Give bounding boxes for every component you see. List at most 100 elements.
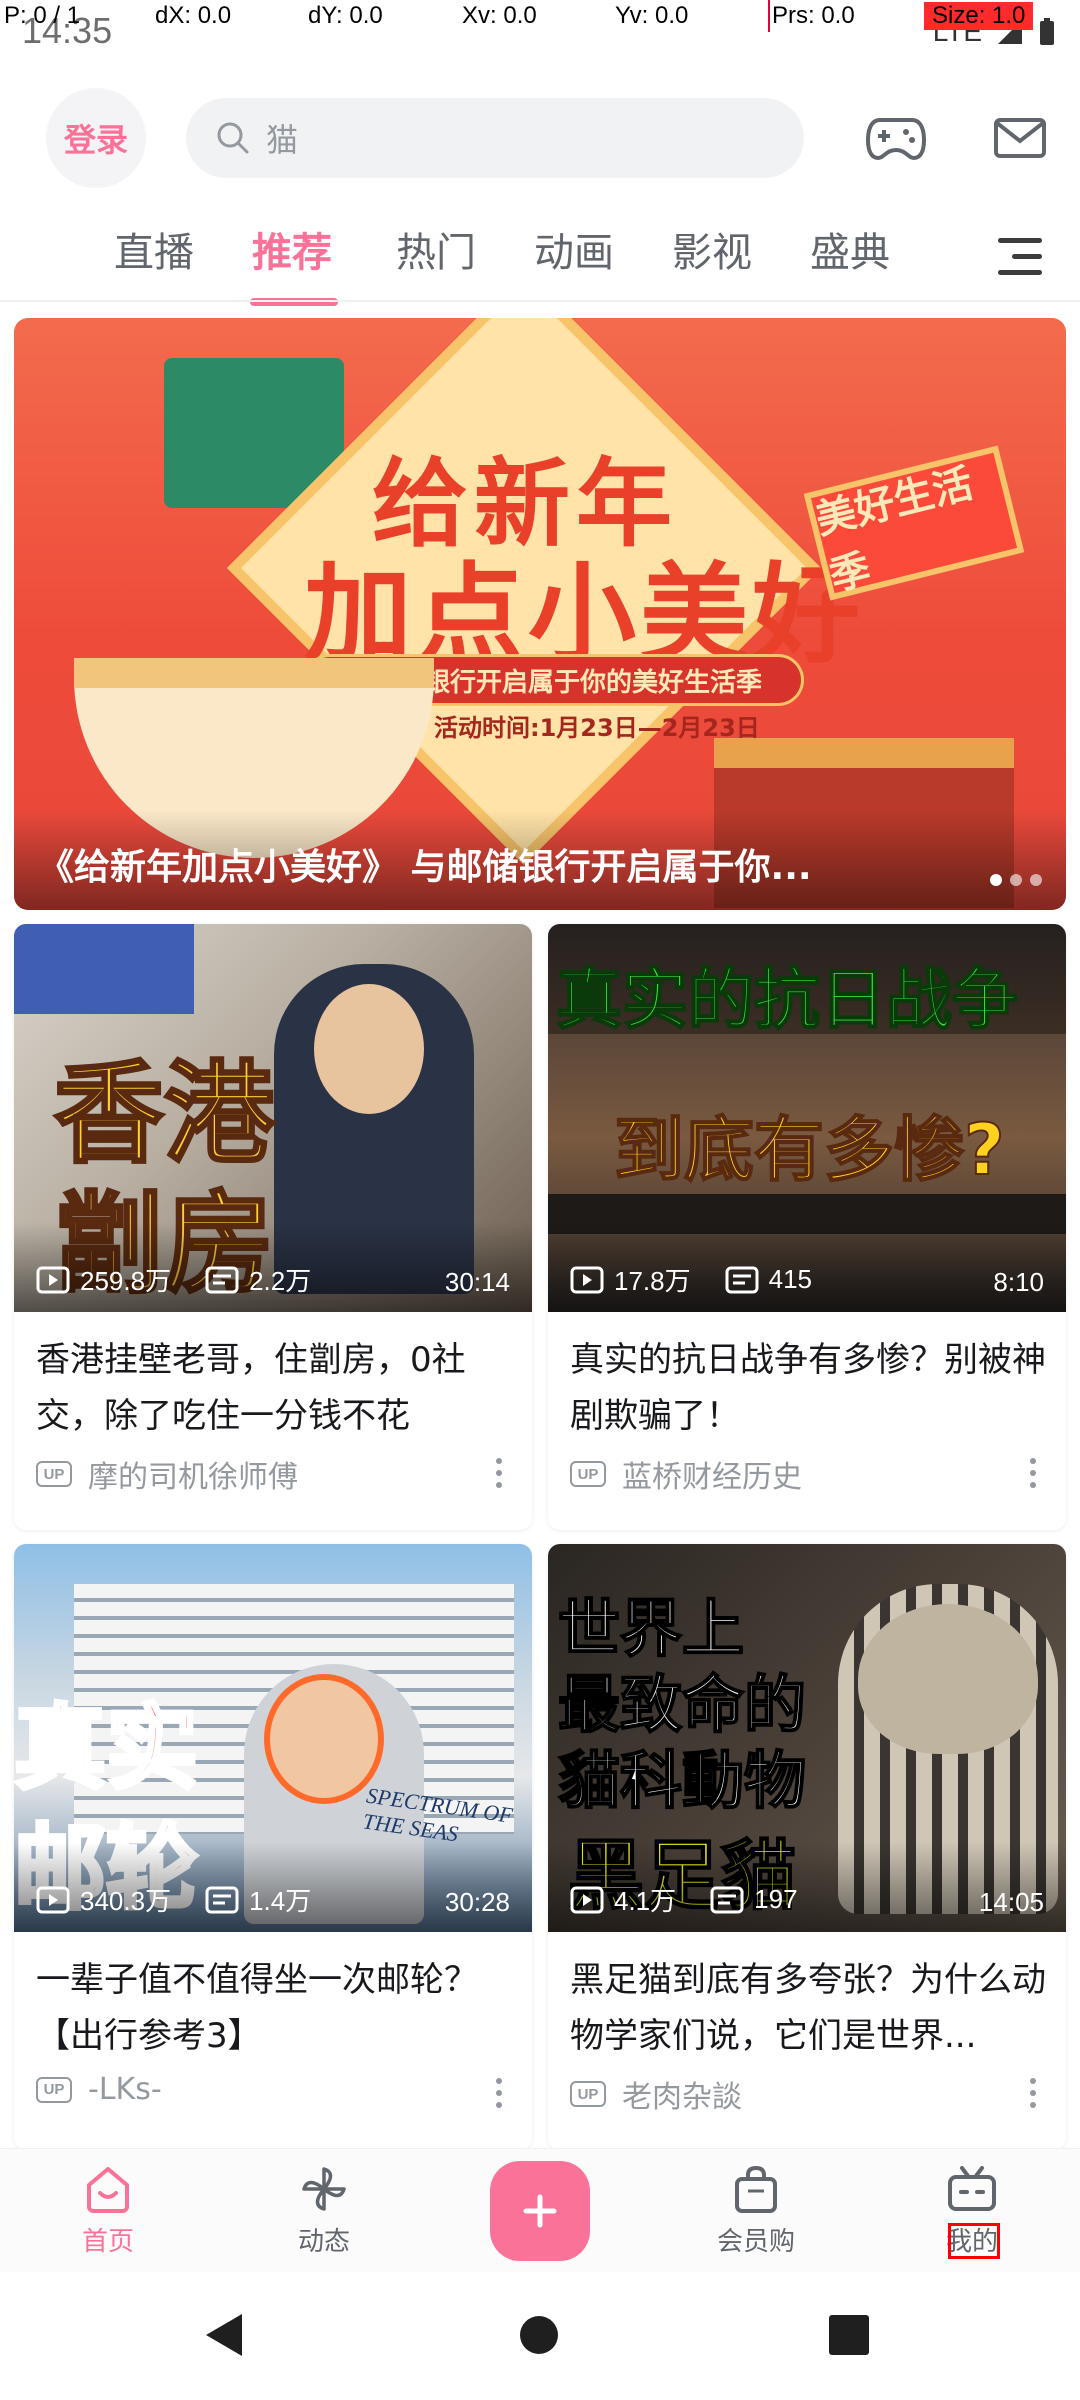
video-duration: 8:10 xyxy=(993,1267,1044,1297)
danmaku-count-value: 197 xyxy=(754,1884,798,1914)
video-thumbnail: 真实的抗日战争 到底有多惨? 17.8万 415 8:10 xyxy=(548,924,1066,1312)
view-count-value: 4.1万 xyxy=(614,1886,677,1916)
video-card[interactable]: 香港 劏房 259.8万 2.2万 30:14 香港挂壁老哥，住劏房，0社交，除… xyxy=(14,924,532,1530)
video-card[interactable]: 真实的抗日战争 到底有多惨? 17.8万 415 8:10 真实的抗日战争有多惨… xyxy=(548,924,1066,1530)
channel-tabs: 直播 推荐 热门 动画 影视 盛典 xyxy=(0,220,1080,306)
more-options-icon[interactable] xyxy=(1030,1458,1038,1488)
video-stats: 340.3万 1.4万 xyxy=(36,1881,510,1918)
video-duration: 14:05 xyxy=(978,1887,1044,1917)
play-count-icon xyxy=(36,1266,70,1293)
danmaku-count: 415 xyxy=(725,1264,812,1295)
tab-hot[interactable]: 热门 xyxy=(396,220,476,278)
publish-button[interactable] xyxy=(490,2161,590,2261)
search-bar[interactable]: 猫 xyxy=(186,98,804,178)
pinwheel-icon xyxy=(302,2167,346,2211)
up-badge: UP xyxy=(36,2076,72,2103)
nav-dynamic[interactable]: 动态 xyxy=(264,2165,384,2258)
video-stats: 4.1万 197 xyxy=(570,1881,1044,1918)
video-author[interactable]: UP 蓝桥财经历史 xyxy=(570,1452,802,1496)
tab-recommend[interactable]: 推荐 xyxy=(252,220,332,278)
more-options-icon[interactable] xyxy=(1030,2078,1038,2108)
video-duration: 30:28 xyxy=(444,1887,510,1917)
video-author[interactable]: UP 摩的司机徐师傅 xyxy=(36,1452,298,1496)
plus-icon xyxy=(523,2194,557,2228)
home-icon xyxy=(87,2167,129,2213)
debug-pointer-count: P: 0 / 1 xyxy=(4,2,81,29)
debug-xv: Xv: 0.0 xyxy=(462,2,537,29)
danmaku-count-value: 2.2万 xyxy=(249,1266,312,1296)
danmaku-icon xyxy=(725,1266,759,1293)
danmaku-count: 2.2万 xyxy=(205,1261,311,1298)
debug-divider xyxy=(768,0,770,32)
tab-live[interactable]: 直播 xyxy=(114,220,194,278)
banner-sign: 美好生活季 xyxy=(803,445,1025,601)
more-options-icon[interactable] xyxy=(496,1458,504,1488)
nav-shop[interactable]: 会员购 xyxy=(696,2165,816,2258)
video-card[interactable]: 世界上 最致命的 貓科動物 黑足貓 4.1万 197 14:05 黑足猫到底有多… xyxy=(548,1544,1066,2150)
play-count-icon xyxy=(570,1266,604,1293)
system-navigation-bar xyxy=(0,2272,1080,2400)
top-header: 登录 猫 xyxy=(0,84,1080,194)
thumb-caption-1: 真实的抗日战争 xyxy=(555,960,1019,1039)
view-count: 17.8万 xyxy=(570,1261,691,1298)
debug-dy: dY: 0.0 xyxy=(308,2,383,29)
nav-dynamic-label: 动态 xyxy=(297,2227,350,2257)
view-count: 340.3万 xyxy=(36,1881,171,1918)
debug-yv: Yv: 0.0 xyxy=(615,2,689,29)
home-circle-icon[interactable] xyxy=(518,2314,560,2356)
thumb-caption-1: 真实 xyxy=(14,1693,200,1804)
debug-dx: dX: 0.0 xyxy=(155,2,232,29)
pointer-debug-overlay: P: 0 / 1 dX: 0.0 dY: 0.0 Xv: 0.0 Yv: 0.0… xyxy=(0,0,1080,34)
danmaku-icon xyxy=(205,1266,239,1293)
shopping-bag-icon xyxy=(735,2165,777,2213)
banner-pagination xyxy=(990,874,1042,886)
author-name: 蓝桥财经历史 xyxy=(622,1460,802,1495)
messages-button[interactable] xyxy=(988,106,1052,170)
danmaku-count-value: 1.4万 xyxy=(249,1886,312,1916)
back-icon[interactable] xyxy=(202,2312,246,2358)
video-card[interactable]: 真实 邮轮 SPECTRUM OF THE SEAS 340.3万 1.4万 3… xyxy=(14,1544,532,2150)
author-name: 老肉杂談 xyxy=(622,2080,742,2115)
view-count: 4.1万 xyxy=(570,1881,676,1918)
more-options-icon[interactable] xyxy=(496,2078,504,2108)
view-count-value: 17.8万 xyxy=(614,1266,691,1296)
banner-caption: 《给新年加点小美好》 与邮储银行开启属于你... xyxy=(38,847,812,888)
nav-home-label: 首页 xyxy=(81,2227,134,2257)
play-count-icon xyxy=(570,1886,604,1913)
debug-size: Size: 1.0 xyxy=(924,2,1034,30)
video-title: 真实的抗日战争有多惨？别被神剧欺骗了！ xyxy=(570,1340,1046,1436)
channel-menu-icon[interactable] xyxy=(998,238,1042,278)
thumb-caption-3: 貓科動物 xyxy=(557,1743,807,1818)
tab-gala[interactable]: 盛典 xyxy=(810,220,890,278)
nav-shop-label: 会员购 xyxy=(716,2227,795,2257)
video-title: 香港挂壁老哥，住劏房，0社交，除了吃住一分钱不花 xyxy=(36,1340,466,1436)
author-name: 摩的司机徐师傅 xyxy=(88,1460,298,1495)
search-placeholder: 猫 xyxy=(266,121,299,159)
tab-film-tv[interactable]: 影视 xyxy=(672,220,752,278)
video-author[interactable]: UP -LKs- xyxy=(36,2072,162,2107)
gamepad-icon xyxy=(866,118,926,160)
video-stats: 17.8万 415 xyxy=(570,1261,1044,1298)
login-button[interactable]: 登录 xyxy=(46,88,146,188)
tab-anime[interactable]: 动画 xyxy=(534,220,614,278)
mail-icon xyxy=(994,118,1046,158)
view-count-value: 259.8万 xyxy=(80,1266,172,1296)
author-name: -LKs- xyxy=(88,2072,162,2107)
view-count: 259.8万 xyxy=(36,1261,171,1298)
video-author[interactable]: UP 老肉杂談 xyxy=(570,2072,742,2116)
view-count-value: 340.3万 xyxy=(80,1886,172,1916)
search-icon xyxy=(217,122,249,154)
game-center-button[interactable] xyxy=(864,106,928,170)
nav-home[interactable]: 首页 xyxy=(48,2165,168,2258)
video-duration: 30:14 xyxy=(444,1267,510,1297)
video-thumbnail: 真实 邮轮 SPECTRUM OF THE SEAS 340.3万 1.4万 3… xyxy=(14,1544,532,1932)
video-thumbnail: 香港 劏房 259.8万 2.2万 30:14 xyxy=(14,924,532,1312)
thumb-caption-2: 到底有多惨? xyxy=(613,1108,1006,1192)
up-badge: UP xyxy=(36,1461,72,1487)
recents-icon[interactable] xyxy=(828,2314,870,2356)
promo-banner[interactable]: 给新年 加点小美好 与邮储银行开启属于你的美好生活季 活动时间:1月23日—2月… xyxy=(14,318,1066,910)
tv-icon xyxy=(948,2166,996,2211)
up-badge: UP xyxy=(570,1461,606,1487)
tap-target-highlight xyxy=(948,2223,1000,2259)
play-count-icon xyxy=(36,1886,70,1913)
